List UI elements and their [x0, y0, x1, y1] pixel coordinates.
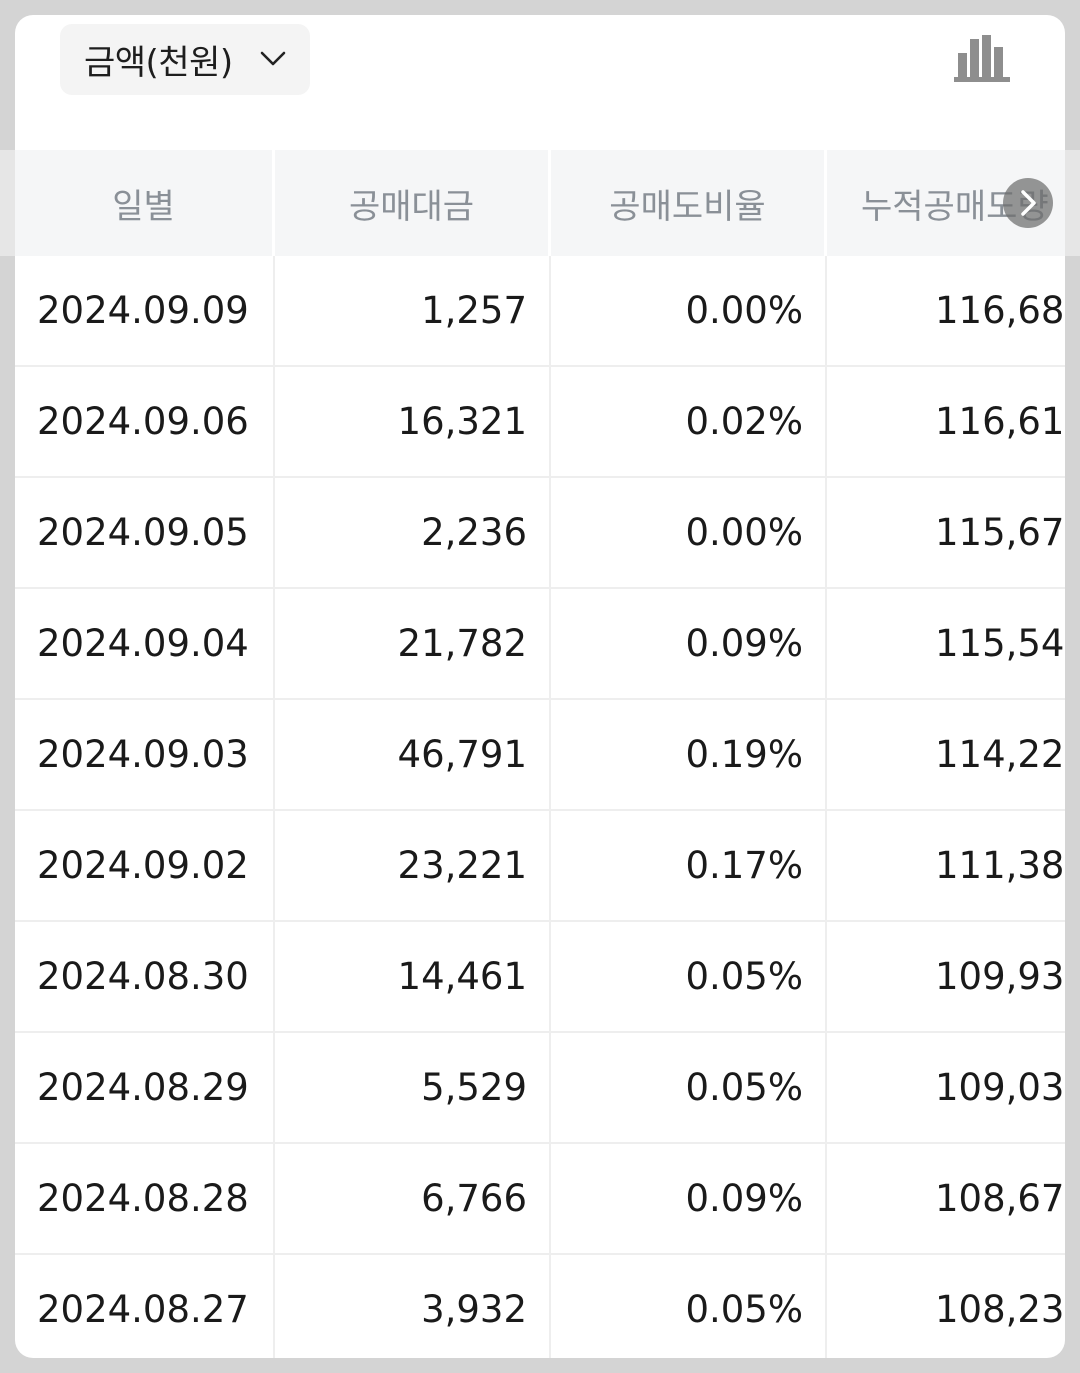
- cell-ratio: 0.00%: [551, 478, 827, 587]
- cell-ratio: 0.05%: [551, 1033, 827, 1142]
- cell-cumulative: 111,380: [935, 844, 1065, 887]
- table-row[interactable]: 2024.09.04 21,782 0.09% 115,547: [15, 589, 1065, 700]
- cell-cumulative: 109,030: [935, 1066, 1065, 1109]
- chevron-down-icon: [260, 51, 286, 66]
- table-row[interactable]: 2024.09.05 2,236 0.00% 115,673: [15, 478, 1065, 589]
- table-row[interactable]: 2024.09.09 1,257 0.00% 116,682: [15, 256, 1065, 367]
- cell-cumulative: 115,673: [935, 511, 1065, 554]
- cell-cumulative: 115,547: [935, 622, 1065, 665]
- table-row[interactable]: 2024.09.02 23,221 0.17% 111,380: [15, 811, 1065, 922]
- table-row[interactable]: 2024.09.06 16,321 0.02% 116,610: [15, 367, 1065, 478]
- cell-ratio: 0.17%: [551, 811, 827, 920]
- cell-ratio: 0.19%: [551, 700, 827, 809]
- cell-cumulative: 109,936: [935, 955, 1065, 998]
- cell-date: 2024.09.09: [15, 256, 275, 365]
- scroll-right-button[interactable]: [1003, 178, 1053, 228]
- table-row[interactable]: 2024.08.30 14,461 0.05% 109,936: [15, 922, 1065, 1033]
- table-body: 2024.09.09 1,257 0.00% 116,682 2024.09.0…: [15, 256, 1065, 1358]
- cell-amount: 46,791: [275, 700, 551, 809]
- table-row[interactable]: 2024.08.28 6,766 0.09% 108,673: [15, 1144, 1065, 1255]
- cell-cumulative: 116,682: [935, 289, 1065, 332]
- cell-date: 2024.09.04: [15, 589, 275, 698]
- cell-ratio: 0.02%: [551, 367, 827, 476]
- column-header-date[interactable]: 일별: [15, 150, 275, 256]
- table-header: 일별 공매대금 공매도비율 누적공매도량: [15, 150, 1065, 256]
- column-header-ratio[interactable]: 공매도비율: [551, 150, 827, 256]
- chevron-right-icon: [1021, 190, 1036, 216]
- cell-amount: 16,321: [275, 367, 551, 476]
- cell-date: 2024.09.06: [15, 367, 275, 476]
- bar-chart-icon[interactable]: [951, 33, 1013, 85]
- cell-date: 2024.09.02: [15, 811, 275, 920]
- table-row[interactable]: 2024.08.27 3,932 0.05% 108,230: [15, 1255, 1065, 1358]
- cell-amount: 23,221: [275, 811, 551, 920]
- cell-amount: 21,782: [275, 589, 551, 698]
- cell-ratio: 0.05%: [551, 1255, 827, 1358]
- cell-cumulative: 108,673: [935, 1177, 1065, 1220]
- cell-date: 2024.08.30: [15, 922, 275, 1031]
- table-row[interactable]: 2024.08.29 5,529 0.05% 109,030: [15, 1033, 1065, 1144]
- cell-ratio: 0.09%: [551, 1144, 827, 1253]
- cell-cumulative: 114,222: [935, 733, 1065, 776]
- cell-ratio: 0.00%: [551, 256, 827, 365]
- table-row[interactable]: 2024.09.03 46,791 0.19% 114,222: [15, 700, 1065, 811]
- cell-cumulative: 108,230: [935, 1288, 1065, 1331]
- column-header-amount[interactable]: 공매대금: [275, 150, 551, 256]
- cell-amount: 3,932: [275, 1255, 551, 1358]
- cell-cumulative: 116,610: [935, 400, 1065, 443]
- cell-amount: 6,766: [275, 1144, 551, 1253]
- cell-date: 2024.08.27: [15, 1255, 275, 1358]
- cell-amount: 5,529: [275, 1033, 551, 1142]
- short-selling-table: 일별 공매대금 공매도비율 누적공매도량 2024.09.09 1,257 0.…: [15, 150, 1065, 1358]
- cell-amount: 2,236: [275, 478, 551, 587]
- cell-ratio: 0.09%: [551, 589, 827, 698]
- cell-amount: 1,257: [275, 256, 551, 365]
- unit-selector-label: 금액(천원): [84, 43, 233, 83]
- cell-date: 2024.09.03: [15, 700, 275, 809]
- cell-date: 2024.08.28: [15, 1144, 275, 1253]
- cell-date: 2024.08.29: [15, 1033, 275, 1142]
- cell-ratio: 0.05%: [551, 922, 827, 1031]
- unit-selector-dropdown[interactable]: 금액(천원): [60, 24, 310, 95]
- short-selling-card: 금액(천원) 일별 공매대금 공매도비율 누적공매도량 2024.09.09 1…: [15, 15, 1065, 1358]
- cell-date: 2024.09.05: [15, 478, 275, 587]
- cell-amount: 14,461: [275, 922, 551, 1031]
